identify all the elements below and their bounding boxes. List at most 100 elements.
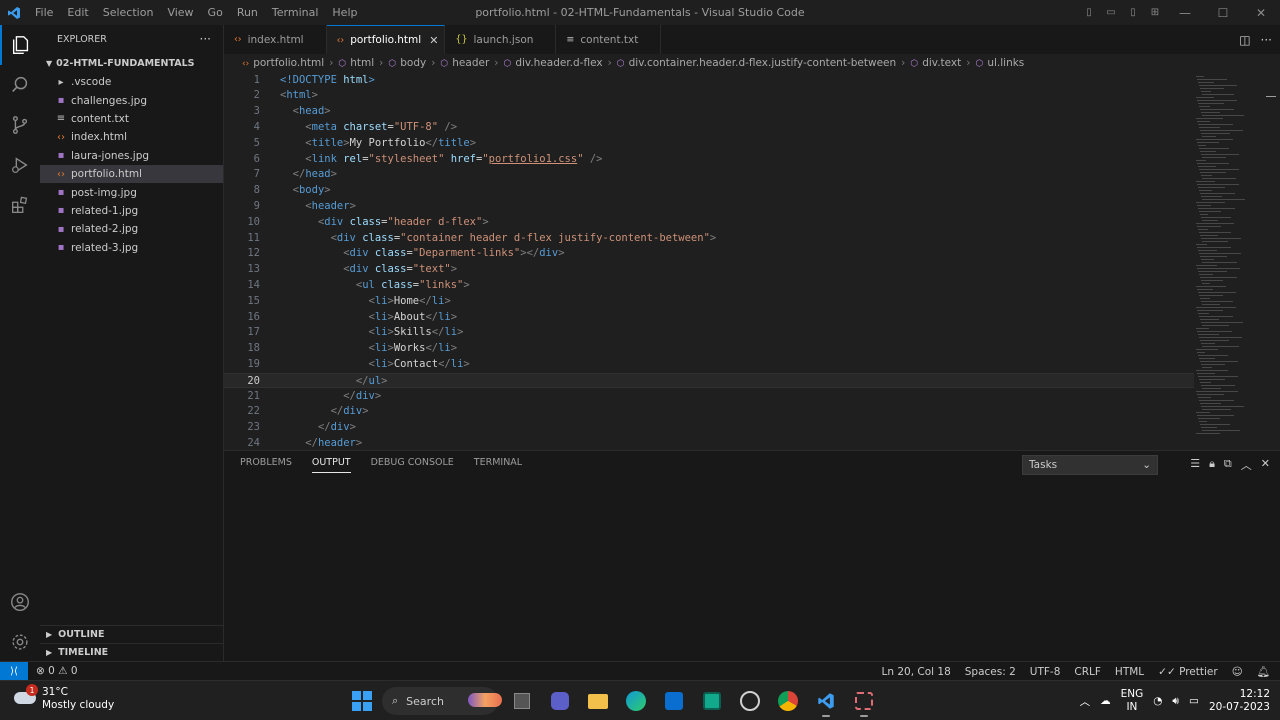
close-window-icon[interactable]: ✕	[1242, 0, 1280, 25]
menu-item-edit[interactable]: Edit	[60, 0, 95, 25]
code-line[interactable]: 8 <body>	[224, 183, 1194, 199]
language-mode[interactable]: HTML	[1115, 666, 1144, 678]
problems-count[interactable]: ⊗ 0 ⚠ 0	[36, 665, 78, 677]
edge-browser-icon[interactable]	[622, 687, 650, 715]
code-line[interactable]: 17 <li>Skills</li>	[224, 325, 1194, 341]
code-line[interactable]: 4 <meta charset="UTF-8" />	[224, 120, 1194, 136]
toggle-secondary-sidebar-icon[interactable]: ▯	[1122, 0, 1144, 25]
onedrive-cloud-icon[interactable]: ☁	[1100, 695, 1111, 707]
indentation[interactable]: Spaces: 2	[965, 666, 1016, 678]
code-line[interactable]: 11 <div class="container header d-flex j…	[224, 231, 1194, 247]
code-line[interactable]: 23 </div>	[224, 420, 1194, 436]
file-item-related-1-jpg[interactable]: ▪ related-1.jpg	[40, 202, 223, 220]
snipping-tool-icon[interactable]	[850, 687, 878, 717]
code-line[interactable]: 15 <li>Home</li>	[224, 294, 1194, 310]
timeline-section[interactable]: ▶ TIMELINE	[40, 643, 224, 661]
breadcrumb-item[interactable]: ⬡ header	[440, 57, 489, 69]
code-line[interactable]: 16 <li>About</li>	[224, 310, 1194, 326]
code-line[interactable]: 21 </div>	[224, 389, 1194, 405]
code-line[interactable]: 7 </head>	[224, 167, 1194, 183]
input-language[interactable]: ENG IN	[1121, 688, 1144, 714]
code-line[interactable]: 1 <!DOCTYPE html>	[224, 73, 1194, 89]
maximize-panel-icon[interactable]: ⧉	[1224, 457, 1232, 473]
file-item-related-2-jpg[interactable]: ▪ related-2.jpg	[40, 220, 223, 238]
tab-launch-json[interactable]: {} launch.json	[445, 25, 557, 54]
windows-start-icon[interactable]	[352, 691, 372, 711]
run-debug-icon[interactable]	[0, 145, 40, 185]
breadcrumb-item[interactable]: ⬡ body	[388, 57, 426, 69]
editor-scrollbar[interactable]	[1266, 96, 1276, 97]
volume-icon[interactable]: 🔊︎	[1172, 695, 1179, 708]
cursor-position[interactable]: Ln 20, Col 18	[882, 666, 951, 678]
file-item-portfolio-html[interactable]: ‹› portfolio.html	[40, 164, 223, 184]
show-hidden-icons-chevron-up-icon[interactable]: ︿	[1080, 694, 1091, 709]
split-editor-icon[interactable]: ◫	[1239, 33, 1250, 47]
explorer-icon[interactable]	[0, 25, 40, 65]
end-of-line[interactable]: CRLF	[1074, 666, 1101, 678]
breadcrumb-item[interactable]: ⬡ div.header.d-flex	[503, 57, 602, 69]
workspace-folder[interactable]: ▼ 02-HTML-FUNDAMENTALS	[40, 53, 223, 73]
menu-item-go[interactable]: Go	[201, 0, 230, 25]
code-line[interactable]: 6 <link rel="stylesheet" href="portfolio…	[224, 152, 1194, 168]
teams-chat-icon[interactable]	[546, 687, 574, 715]
file-item-challenges-jpg[interactable]: ▪ challenges.jpg	[40, 91, 223, 109]
panel-tab-output[interactable]: OUTPUT	[311, 457, 351, 473]
menu-item-help[interactable]: Help	[325, 0, 364, 25]
battery-icon[interactable]: ▭	[1189, 695, 1199, 707]
code-line[interactable]: 10 <div class="header d-flex">	[224, 215, 1194, 231]
code-line[interactable]: 12 <div class="Deparment-links"></div>	[224, 246, 1194, 262]
accounts-icon[interactable]	[0, 582, 40, 622]
breadcrumb-item[interactable]: ‹› portfolio.html	[242, 57, 324, 69]
more-actions-icon[interactable]: ···	[1261, 33, 1272, 47]
encoding[interactable]: UTF-8	[1030, 666, 1061, 678]
code-line[interactable]: 13 <div class="text">	[224, 262, 1194, 278]
close-panel-icon[interactable]: ✕	[1261, 457, 1270, 473]
clock[interactable]: 12:12 20-07-2023	[1209, 688, 1270, 714]
prettier-status[interactable]: ✓✓ Prettier	[1158, 666, 1218, 678]
tab-index-html[interactable]: ‹› index.html	[224, 25, 327, 54]
maximize-icon[interactable]: ☐	[1204, 0, 1242, 25]
menu-item-view[interactable]: View	[160, 0, 200, 25]
file-item-content-txt[interactable]: ≡ content.txt	[40, 110, 223, 128]
terminal-app-icon[interactable]	[698, 687, 726, 715]
code-line[interactable]: 9 <header>	[224, 199, 1194, 215]
chevron-up-icon[interactable]: ︿	[1241, 457, 1252, 473]
breadcrumb-item[interactable]: ⬡ div.text	[910, 57, 961, 69]
breadcrumb-item[interactable]: ⬡ div.container.header.d-flex.justify-con…	[617, 57, 896, 69]
code-line[interactable]: 2 <html>	[224, 88, 1194, 104]
breadcrumb-item[interactable]: ⬡ html	[338, 57, 374, 69]
file-item-laura-jones-jpg[interactable]: ▪ laura-jones.jpg	[40, 147, 223, 165]
settings-gear-icon[interactable]	[0, 622, 40, 662]
taskbar-search[interactable]: ⌕ Search	[382, 687, 502, 715]
code-line[interactable]: 19 <li>Contact</li>	[224, 357, 1194, 373]
file-item-vscode[interactable]: ▸ .vscode	[40, 73, 223, 91]
panel-tab-debug-console[interactable]: DEBUG CONSOLE	[371, 457, 454, 473]
menu-item-selection[interactable]: Selection	[96, 0, 161, 25]
remote-icon[interactable]: ⟩⟨	[0, 661, 28, 681]
folder-icon[interactable]	[584, 687, 612, 715]
file-item-index-html[interactable]: ‹› index.html	[40, 128, 223, 146]
code-line[interactable]: 14 <ul class="links">	[224, 278, 1194, 294]
code-editor[interactable]: 1 <!DOCTYPE html> 2 <html> 3 <head> 4 <meta c…	[224, 72, 1280, 450]
minimize-icon[interactable]: —	[1166, 0, 1204, 25]
panel-tab-terminal[interactable]: TERMINAL	[474, 457, 522, 473]
minimap[interactable]	[1194, 72, 1248, 450]
customize-layout-icon[interactable]: ⊞	[1144, 0, 1166, 25]
lock-scroll-icon[interactable]: 🔒︎	[1209, 457, 1215, 473]
tab-portfolio-html[interactable]: ‹› portfolio.html ✕	[326, 25, 446, 54]
menu-item-terminal[interactable]: Terminal	[265, 0, 326, 25]
toggle-primary-sidebar-icon[interactable]: ▯	[1078, 0, 1100, 25]
tab-content-txt[interactable]: ≡ content.txt	[556, 25, 662, 54]
dell-icon[interactable]	[736, 687, 764, 715]
feedback-icon[interactable]: ☺	[1232, 666, 1243, 678]
source-control-icon[interactable]	[0, 105, 40, 145]
file-item-related-3-jpg[interactable]: ▪ related-3.jpg	[40, 239, 223, 257]
toggle-panel-icon[interactable]: ▭	[1100, 0, 1122, 25]
file-explorer-taskbar-icon[interactable]	[508, 687, 536, 715]
close-icon[interactable]: ✕	[429, 34, 438, 47]
breadcrumb-item[interactable]: ⬡ ul.links	[975, 57, 1024, 69]
code-line[interactable]: 24 </header>	[224, 436, 1194, 450]
vscode-taskbar-icon[interactable]	[812, 687, 840, 717]
menu-item-run[interactable]: Run	[230, 0, 265, 25]
store-icon[interactable]	[660, 687, 688, 715]
